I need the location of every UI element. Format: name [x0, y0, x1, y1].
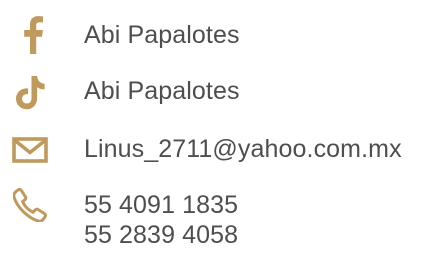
mail-icon	[12, 137, 48, 163]
contact-list: Abi Papalotes Abi Papalotes Linus_2711@y…	[0, 0, 436, 254]
phone-number-1: 55 4091 1835	[84, 191, 239, 219]
phone-contact[interactable]: 55 4091 1835 55 2839 4058	[0, 188, 436, 250]
tiktok-icon	[16, 76, 46, 110]
email-contact[interactable]: Linus_2711@yahoo.com.mx	[0, 130, 436, 170]
facebook-icon	[22, 16, 44, 54]
email-label: Linus_2711@yahoo.com.mx	[84, 135, 402, 163]
facebook-contact[interactable]: Abi Papalotes	[0, 16, 436, 56]
tiktok-label: Abi Papalotes	[84, 77, 240, 105]
phone-icon	[13, 188, 47, 222]
tiktok-contact[interactable]: Abi Papalotes	[0, 72, 436, 112]
facebook-label: Abi Papalotes	[84, 21, 240, 49]
phone-number-2: 55 2839 4058	[84, 221, 239, 249]
